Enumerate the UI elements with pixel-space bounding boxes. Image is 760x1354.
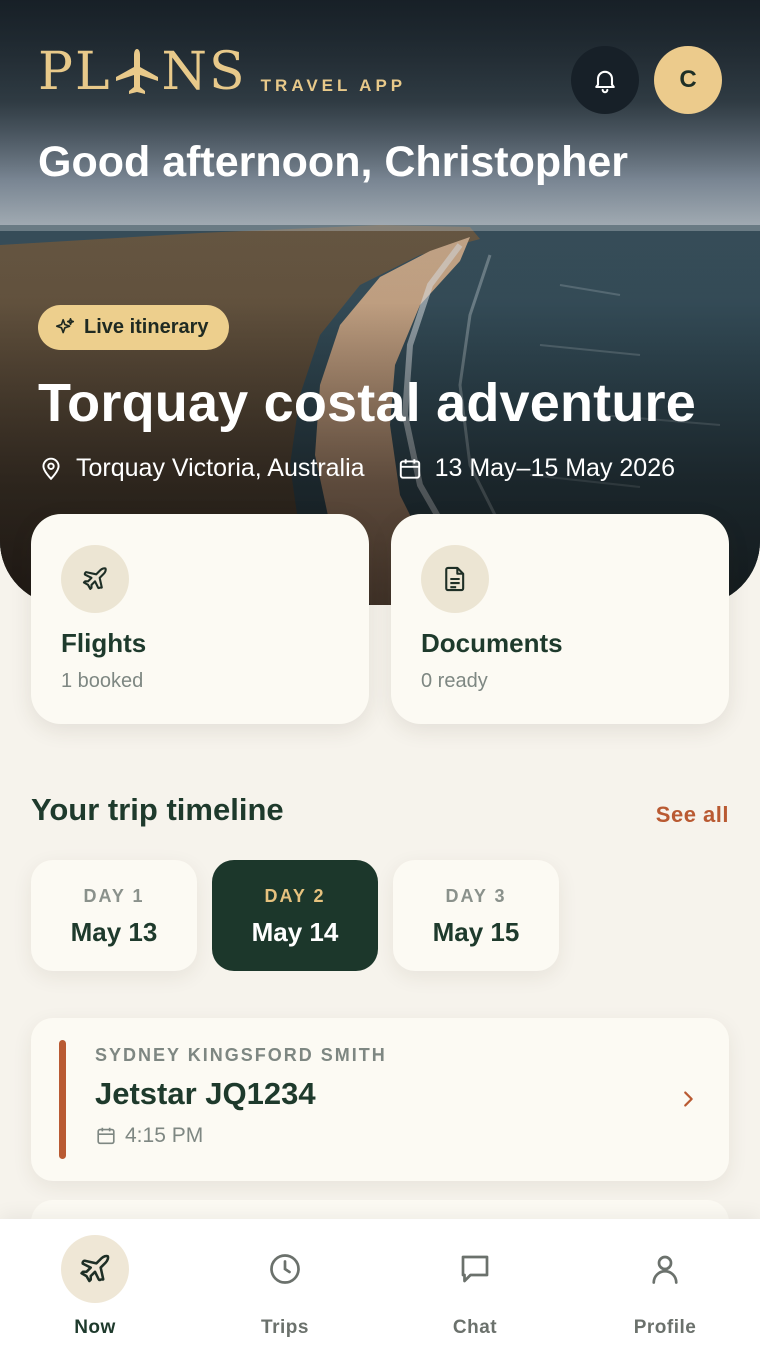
flight-event-card[interactable]: SYDNEY KINGSFORD SMITH Jetstar JQ1234 4:… [31, 1018, 729, 1181]
documents-card-subtitle: 0 ready [421, 670, 488, 692]
nav-label: Now [74, 1317, 116, 1338]
nav-item-trips[interactable]: Trips [190, 1235, 380, 1339]
calendar-icon [399, 458, 420, 479]
event-accent-bar [59, 1040, 66, 1159]
documents-card-title: Documents [421, 628, 563, 658]
trip-location-text: Torquay Victoria, Australia [76, 454, 365, 482]
event-time: 4:15 PM [95, 1124, 203, 1148]
day-tab-date: May 14 [251, 917, 339, 947]
nav-icon-wrap [631, 1235, 699, 1303]
event-flight-number: Jetstar JQ1234 [95, 1076, 316, 1111]
trip-dates: 13 May–15 May 2026 [397, 454, 675, 483]
clock-icon [270, 1254, 300, 1284]
day-tab-3[interactable]: DAY 3 May 15 [393, 860, 559, 971]
nav-item-chat[interactable]: Chat [380, 1235, 570, 1339]
nav-icon-wrap [441, 1235, 509, 1303]
plane-icon [80, 1254, 110, 1283]
plane-icon [82, 567, 107, 590]
chat-icon [461, 1255, 489, 1283]
nav-label: Profile [633, 1317, 697, 1338]
trip-meta: Torquay Victoria, Australia 13 May–15 Ma… [38, 454, 675, 483]
notifications-button[interactable] [571, 46, 639, 114]
day-tab-1[interactable]: DAY 1 May 13 [31, 860, 197, 971]
day-tab-date: May 15 [432, 917, 520, 947]
trip-dates-text: 13 May–15 May 2026 [434, 454, 676, 482]
timeline-heading: Your trip timeline [31, 792, 284, 827]
trip-title: Torquay costal adventure [38, 373, 696, 433]
nav-label: Chat [452, 1317, 498, 1338]
day-tab-label: DAY 1 [83, 886, 145, 906]
nav-icon-wrap [251, 1235, 319, 1303]
flights-icon-circle [61, 545, 129, 613]
logo-subtitle: TRAVEL APP [260, 76, 407, 95]
nav-item-profile[interactable]: Profile [570, 1235, 760, 1339]
flights-card-title: Flights [61, 628, 147, 658]
nav-icon-wrap [61, 1235, 129, 1303]
event-airport: SYDNEY KINGSFORD SMITH [95, 1045, 387, 1065]
day-tab-2[interactable]: DAY 2 May 14 [212, 860, 378, 971]
event-time-text: 4:15 PM [125, 1124, 204, 1147]
day-tab-label: DAY 3 [445, 886, 507, 906]
app-logo: PL NS TRAVEL APP [38, 46, 406, 98]
documents-card[interactable]: Documents 0 ready [391, 514, 729, 724]
logo-text-right: NS [161, 42, 247, 102]
avatar-initial: C [679, 66, 697, 93]
location-pin-icon [42, 457, 60, 480]
day-tab-label: DAY 2 [264, 886, 326, 906]
user-icon [652, 1255, 678, 1284]
flights-card-subtitle: 1 booked [61, 670, 144, 692]
day-tab-date: May 13 [70, 917, 158, 947]
sparkle-icon [55, 317, 75, 333]
document-icon [445, 566, 465, 592]
bottom-navigation: Now Trips Chat Profile [0, 1219, 760, 1354]
live-itinerary-badge: Live itinerary [38, 305, 229, 350]
logo-text-left: PL [38, 42, 112, 102]
trip-location: Torquay Victoria, Australia [38, 454, 365, 483]
chevron-right-icon [684, 1091, 693, 1107]
flights-card[interactable]: Flights 1 booked [31, 514, 369, 724]
greeting-heading: Good afternoon, Christopher [38, 138, 629, 186]
logo-plane-icon [115, 49, 158, 94]
nav-item-now[interactable]: Now [0, 1235, 190, 1339]
documents-icon-circle [421, 545, 489, 613]
user-avatar[interactable]: C [654, 46, 722, 114]
bell-icon [595, 70, 615, 94]
calendar-icon [97, 1127, 115, 1145]
see-all-link[interactable]: See all [656, 802, 729, 828]
badge-label: Live itinerary [84, 316, 209, 338]
nav-label: Trips [261, 1317, 309, 1338]
